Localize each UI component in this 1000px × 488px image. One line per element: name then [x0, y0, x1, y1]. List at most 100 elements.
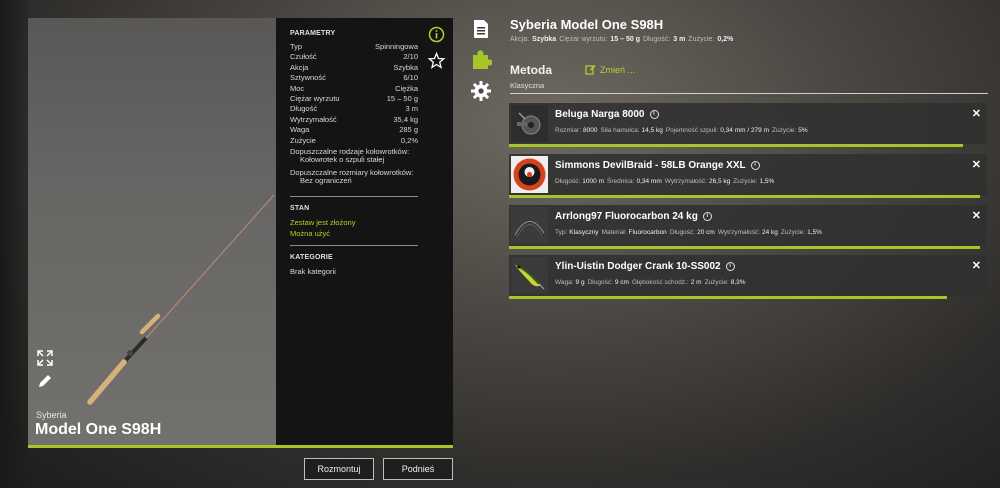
rod-preview[interactable]: Syberia Model One S98H — [28, 18, 276, 445]
param-value: 15 – 50 g — [386, 93, 418, 103]
close-icon[interactable]: ✕ — [972, 158, 981, 171]
parameters-title: PARAMETRY — [290, 30, 336, 37]
attr-value: 14,5 kg — [641, 127, 663, 134]
attr-value: Fluorocarbon — [628, 229, 667, 236]
param-row: Ciężar wyrzutu 15 – 50 g — [290, 94, 418, 104]
parameters-list: Typ Spinningowa Czułość 2/10 Akcja Szybka Szty… — [290, 42, 445, 146]
param-value: 6/10 — [403, 73, 418, 83]
param-row: Sztywność 6/10 — [290, 73, 418, 83]
component-name-text: Beluga Narga 8000 — [555, 109, 645, 120]
reel-types-note: Dopuszczalne rodzaje kołowrotków: Kołowr… — [290, 147, 420, 165]
attr-value: 8000 — [583, 127, 598, 134]
stat-label: Długość: — [643, 36, 671, 43]
param-value: 3 m — [405, 104, 418, 114]
attr-value: 1000 m — [582, 178, 604, 185]
info-icon[interactable]: i — [750, 161, 760, 170]
component-card[interactable]: Ylin-Uistin Dodger Crank 10-SS002 i Waga: 9… — [509, 255, 987, 299]
component-thumbnail — [511, 257, 548, 294]
expand-icon[interactable] — [36, 349, 54, 367]
component-attributes: Rozmiar: 8000 Siła hamulca: 14,5 kg Pojemnoś… — [555, 127, 811, 134]
rod-detail-panel: Syberia Model One S98H PARAMETRY Typ Spin… — [28, 18, 453, 445]
attr-value: 20 cm — [697, 229, 715, 236]
rod-name: Model One S98H — [35, 421, 162, 438]
param-row: Długość 3 m — [290, 104, 418, 114]
star-icon[interactable] — [427, 51, 446, 69]
stat-value: 0,2% — [717, 36, 734, 43]
attr-label: Długość: — [669, 229, 696, 236]
attr-label: Wytrzymałość: — [717, 229, 761, 236]
attr-label: Zużycie: — [733, 178, 758, 185]
param-label: Zużycie — [290, 135, 316, 145]
param-label: Wytrzymałość — [290, 114, 337, 124]
info-icon[interactable]: i — [725, 262, 735, 271]
stat-label: Zużycie: — [688, 36, 715, 43]
param-label: Akcja — [290, 62, 309, 72]
param-row: Typ Spinningowa — [290, 42, 418, 52]
lift-button[interactable]: Podnieś — [383, 458, 453, 480]
attr-label: Zużycie: — [772, 127, 797, 134]
change-method-button[interactable]: Zmień ... — [585, 64, 635, 75]
close-icon[interactable]: ✕ — [972, 107, 981, 120]
status-title: STAN — [290, 204, 310, 212]
attr-label: Zużycie: — [780, 229, 806, 236]
attr-value: 1,5% — [807, 229, 822, 236]
param-value: 2/10 — [403, 52, 418, 62]
param-value: Spinningowa — [375, 42, 418, 51]
component-name-text: Simmons DevilBraid - 58LB Orange XXL — [555, 160, 746, 171]
component-card[interactable]: Simmons DevilBraid - 58LB Orange XXL i Dłu… — [509, 154, 987, 198]
component-thumbnail — [511, 156, 548, 193]
puzzle-icon[interactable] — [470, 49, 492, 71]
rod-brand: Syberia — [36, 410, 67, 420]
param-label: Typ — [290, 42, 303, 51]
param-value: 0,2% — [400, 135, 418, 145]
attr-label: Wytrzymałość: — [664, 178, 707, 185]
attr-value: 5% — [798, 127, 808, 134]
attr-value: 0,34 mm — [636, 178, 662, 185]
component-name-text: Ylin-Uistin Dodger Crank 10-SS002 — [555, 261, 721, 272]
reel-sizes-value: Bez ograniczeń — [300, 176, 352, 186]
param-row: Wytrzymałość 35,4 kg — [290, 115, 418, 125]
close-icon[interactable]: ✕ — [972, 209, 981, 222]
component-card[interactable]: Arrlong97 Fluorocarbon 24 kg i Typ: Klasycz… — [509, 205, 987, 249]
param-value: 285 g — [399, 125, 418, 135]
component-attributes: Długość: 1000 m Średnica: 0,34 mm Wytrzymało… — [555, 178, 777, 185]
param-row: Waga 285 g — [290, 125, 418, 135]
categories-title: KATEGORIE — [290, 253, 333, 261]
attr-value: 26,5 kg — [708, 178, 731, 185]
param-label: Moc — [290, 83, 305, 93]
component-thumbnail — [511, 105, 548, 142]
param-value: Ciężka — [395, 83, 418, 93]
param-label: Ciężar wyrzutu — [290, 93, 340, 103]
stat-label: Akcja: — [510, 36, 530, 43]
condition-bar — [509, 246, 980, 249]
info-circle-icon[interactable] — [428, 26, 445, 43]
params-side-icons — [427, 26, 446, 71]
parameters-panel: PARAMETRY Typ Spinningowa Czułość 2/10 Akcja… — [276, 18, 453, 445]
attr-value: 1,5% — [759, 178, 775, 185]
status-assembled: Zestaw jest złożony — [290, 217, 356, 227]
component-name: Simmons DevilBraid - 58LB Orange XXL i — [555, 160, 760, 171]
attr-label: Materiał: — [601, 229, 627, 236]
attr-value: 9 g — [575, 279, 585, 286]
gear-icon[interactable] — [470, 80, 492, 102]
reel-types-value: Kołowrotek o szpuli stałej — [300, 155, 385, 165]
attr-value: 2 m — [690, 279, 702, 286]
info-icon[interactable]: i — [702, 212, 712, 221]
change-method-label: Zmień ... — [600, 64, 636, 75]
component-attributes: Waga: 9 g Długość: 9 cm Głębokość schodz.: 2 … — [555, 279, 749, 286]
reel-sizes-note: Dopuszczalne rozmiary kołowrotków: Bez o… — [290, 168, 420, 186]
attr-label: Rozmiar: — [555, 127, 582, 134]
component-name: Beluga Narga 8000 i — [555, 109, 659, 120]
component-card[interactable]: Beluga Narga 8000 i Rozmiar: 8000 Siła hamul… — [509, 103, 987, 147]
pencil-icon[interactable] — [36, 372, 54, 390]
param-row: Czułość 2/10 — [290, 52, 418, 62]
document-icon[interactable] — [470, 18, 492, 40]
disassemble-button[interactable]: Rozmontuj — [304, 458, 374, 480]
close-icon[interactable]: ✕ — [972, 259, 981, 272]
param-row: Zużycie 0,2% — [290, 136, 418, 146]
info-icon[interactable]: i — [649, 110, 659, 119]
component-attributes: Typ: Klasyczny Materiał: Fluorocarbon Długoś… — [555, 229, 825, 236]
attr-value: 24 kg — [762, 229, 778, 236]
tab-icons — [470, 18, 492, 111]
attr-value: 9 cm — [614, 279, 629, 286]
